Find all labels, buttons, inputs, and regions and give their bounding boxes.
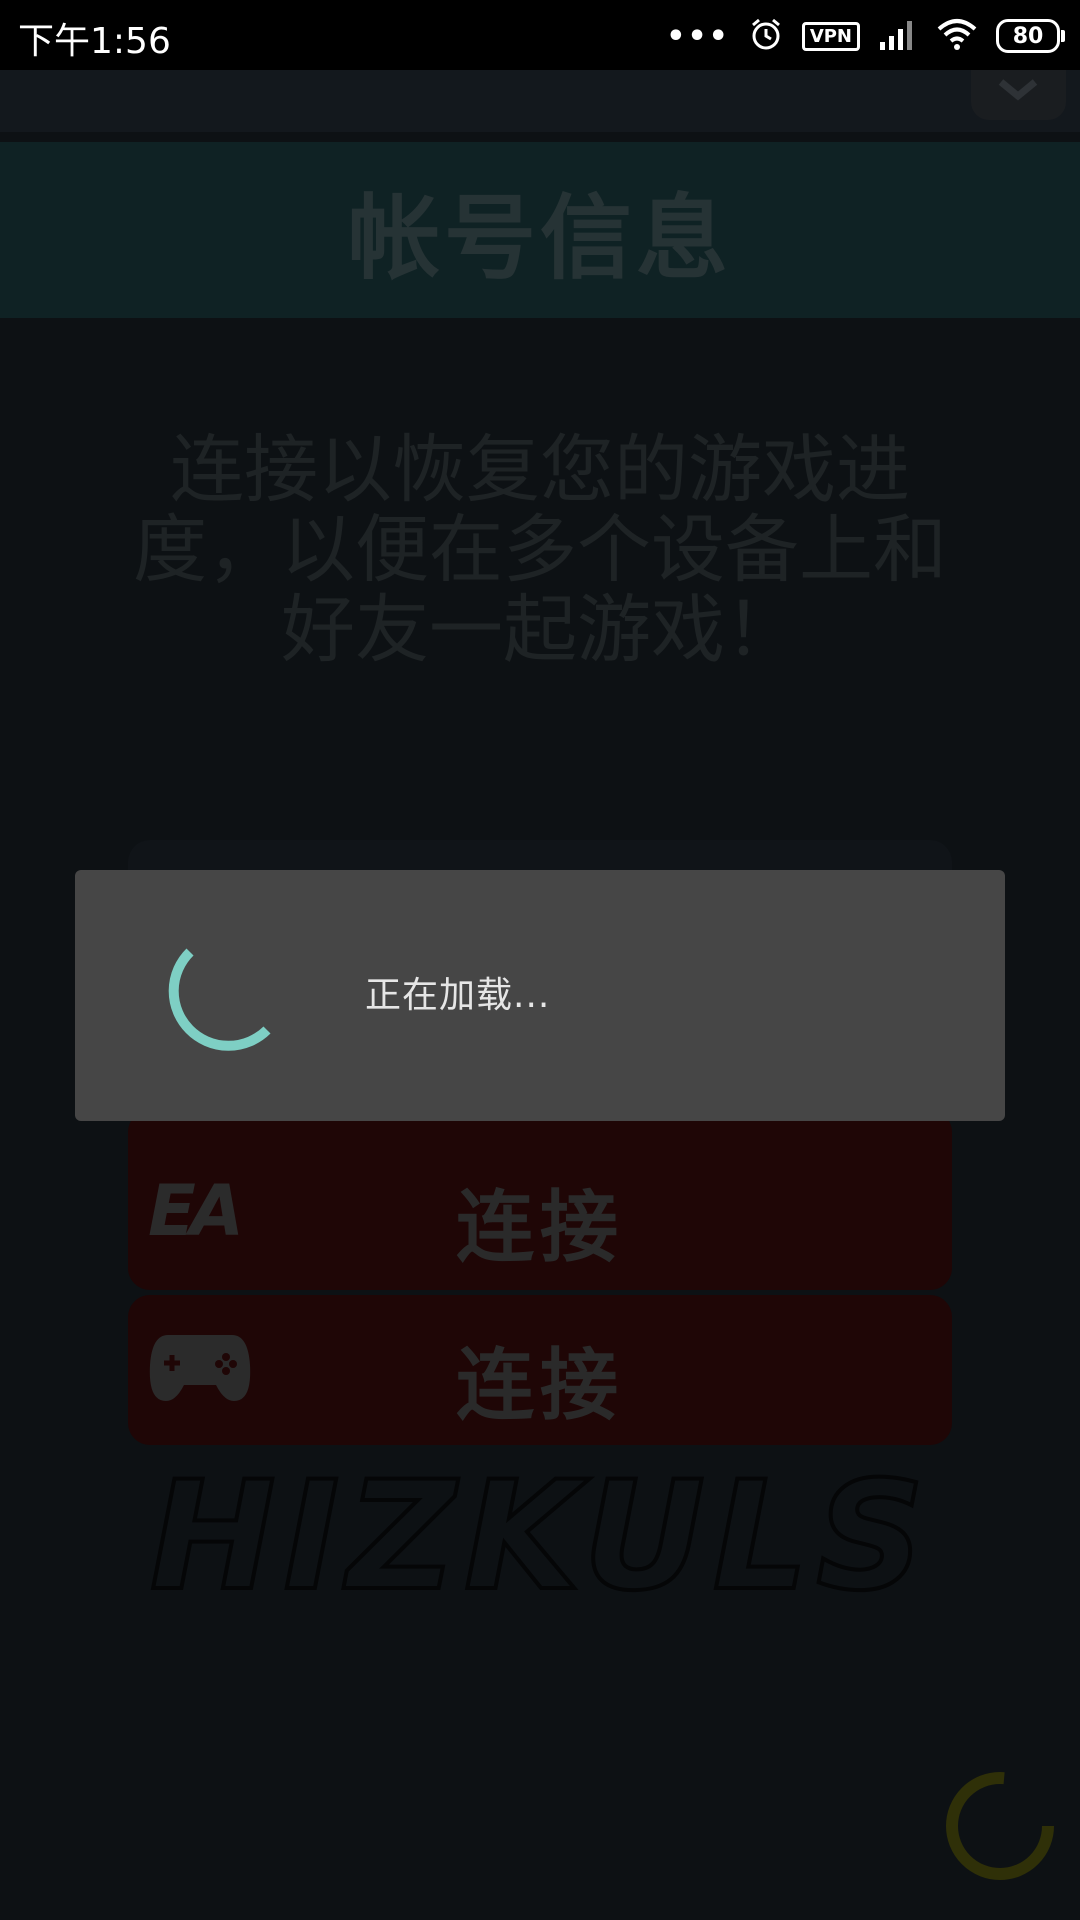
brand-logo: HIZKULS (148, 1448, 933, 1626)
header-band: 帐号信息 (0, 142, 1080, 318)
top-strip (0, 70, 1080, 132)
screen: 下午1:56 ••• VPN 80 帐号信息 连接以恢复您的游戏进度，以便在多个… (0, 0, 1080, 1920)
corner-loading-icon (940, 1766, 1060, 1890)
vpn-icon: VPN (801, 21, 860, 51)
signal-icon (878, 18, 918, 54)
battery-icon: 80 (996, 19, 1065, 53)
loading-spinner-icon (153, 938, 281, 1066)
status-time: 下午1:56 (18, 21, 171, 62)
page-title: 帐号信息 (347, 184, 732, 292)
game-connect-button[interactable]: 连接 (128, 1295, 952, 1445)
more-notifications-icon: ••• (666, 18, 730, 54)
collapse-tab[interactable] (971, 70, 1066, 120)
status-bar: 下午1:56 ••• VPN 80 (0, 0, 1080, 70)
chevron-down-icon (998, 79, 1038, 101)
alarm-icon (748, 16, 784, 56)
loading-message: 正在加载... (365, 975, 551, 1016)
ea-connect-button[interactable]: EA 连接 (128, 1110, 952, 1290)
status-icons: ••• VPN 80 (648, 16, 1065, 56)
loading-dialog: 正在加载... (75, 870, 1005, 1121)
account-description: 连接以恢复您的游戏进度，以便在多个设备上和好友一起游戏！ (133, 427, 947, 673)
wifi-icon (936, 17, 978, 55)
ea-connect-label: 连接 (455, 1183, 624, 1273)
game-connect-label: 连接 (455, 1341, 624, 1431)
